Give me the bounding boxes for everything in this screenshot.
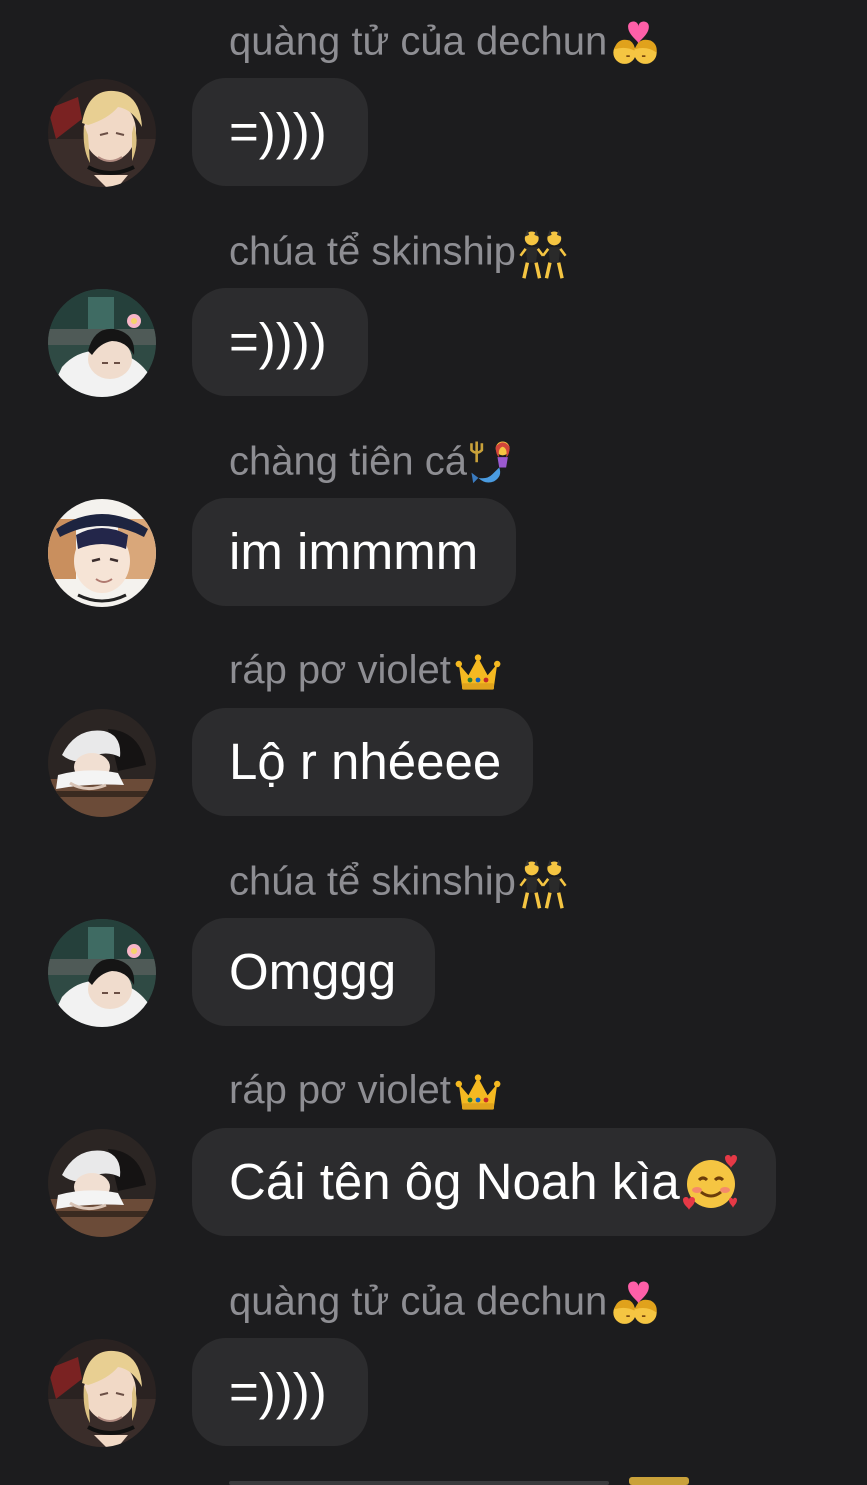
- message-text: =)))): [229, 103, 327, 160]
- avatar-white-hair-icon: [48, 1129, 156, 1237]
- sender-name: quàng tử của dechun: [229, 18, 663, 70]
- message-row: chúa tể skinship =)))): [0, 210, 867, 420]
- message-row: chàng tiên cá im immmm: [0, 420, 867, 630]
- message-bubble[interactable]: =)))): [192, 78, 368, 186]
- sender-name-text: chúa tể skinship: [229, 229, 516, 274]
- message-bubble[interactable]: =)))): [192, 288, 368, 396]
- sender-name: chúa tể skinship: [229, 228, 570, 280]
- sender-name-text: chúa tể skinship: [229, 859, 516, 904]
- message-bubble[interactable]: Cái tên ôg Noah kìa: [192, 1128, 776, 1236]
- message-text: =)))): [229, 313, 327, 370]
- next-sender-name-cutoff: [229, 1477, 689, 1485]
- sender-name: quàng tử của dechun: [229, 1278, 663, 1330]
- sender-name-text: quàng tử của dechun: [229, 1279, 608, 1324]
- message-text: Lộ r nhéeee: [229, 733, 502, 790]
- message-text: Omggg: [229, 943, 397, 1000]
- avatar[interactable]: [48, 289, 156, 397]
- avatar-dark-hair-flower-icon: [48, 919, 156, 1027]
- avatar[interactable]: [48, 919, 156, 1027]
- message-row: chúa tể skinship Omggg: [0, 840, 867, 1050]
- sender-name-text: quàng tử của dechun: [229, 19, 608, 64]
- kiss-couple-icon: [607, 1278, 663, 1330]
- message-row: ráp pơ violet Cái tên ôg Noah kìa: [0, 1050, 867, 1260]
- dancing-twins-icon: [516, 228, 570, 280]
- message-text: =)))): [229, 1363, 327, 1420]
- message-row: quàng tử của dechun =)))): [0, 1260, 867, 1470]
- avatar-hat-boy-icon: [48, 499, 156, 607]
- avatar[interactable]: [48, 1129, 156, 1237]
- crown-icon: [451, 1068, 505, 1116]
- message-text: im immmm: [229, 523, 479, 580]
- sender-name-text: ráp pơ violet: [229, 648, 451, 692]
- message-bubble[interactable]: im immmm: [192, 498, 516, 606]
- message-row: quàng tử của dechun =)))): [0, 0, 867, 210]
- sender-name: chàng tiên cá: [229, 438, 521, 490]
- avatar-white-hair-icon: [48, 709, 156, 817]
- avatar[interactable]: [48, 499, 156, 607]
- message-bubble[interactable]: Omggg: [192, 918, 435, 1026]
- avatar[interactable]: [48, 1339, 156, 1447]
- smiling-face-with-hearts-icon: [680, 1152, 742, 1212]
- message-text: Cái tên ôg Noah kìa: [229, 1153, 680, 1210]
- sender-name: ráp pơ violet: [229, 648, 505, 696]
- sender-name: chúa tể skinship: [229, 858, 570, 910]
- avatar-blond-boy-icon: [48, 1339, 156, 1447]
- message-bubble[interactable]: Lộ r nhéeee: [192, 708, 533, 816]
- crown-icon: [451, 648, 505, 696]
- kiss-couple-icon: [607, 18, 663, 70]
- dancing-twins-icon: [516, 858, 570, 910]
- sender-name: ráp pơ violet: [229, 1068, 505, 1116]
- avatar-blond-boy-icon: [48, 79, 156, 187]
- message-row: ráp pơ violet Lộ r nhéeee: [0, 630, 867, 840]
- mermaid-icon: [467, 438, 521, 490]
- avatar[interactable]: [48, 79, 156, 187]
- avatar-dark-hair-flower-icon: [48, 289, 156, 397]
- avatar[interactable]: [48, 709, 156, 817]
- sender-name-text: ráp pơ violet: [229, 1068, 451, 1112]
- message-bubble[interactable]: =)))): [192, 1338, 368, 1446]
- sender-name-text: chàng tiên cá: [229, 439, 467, 484]
